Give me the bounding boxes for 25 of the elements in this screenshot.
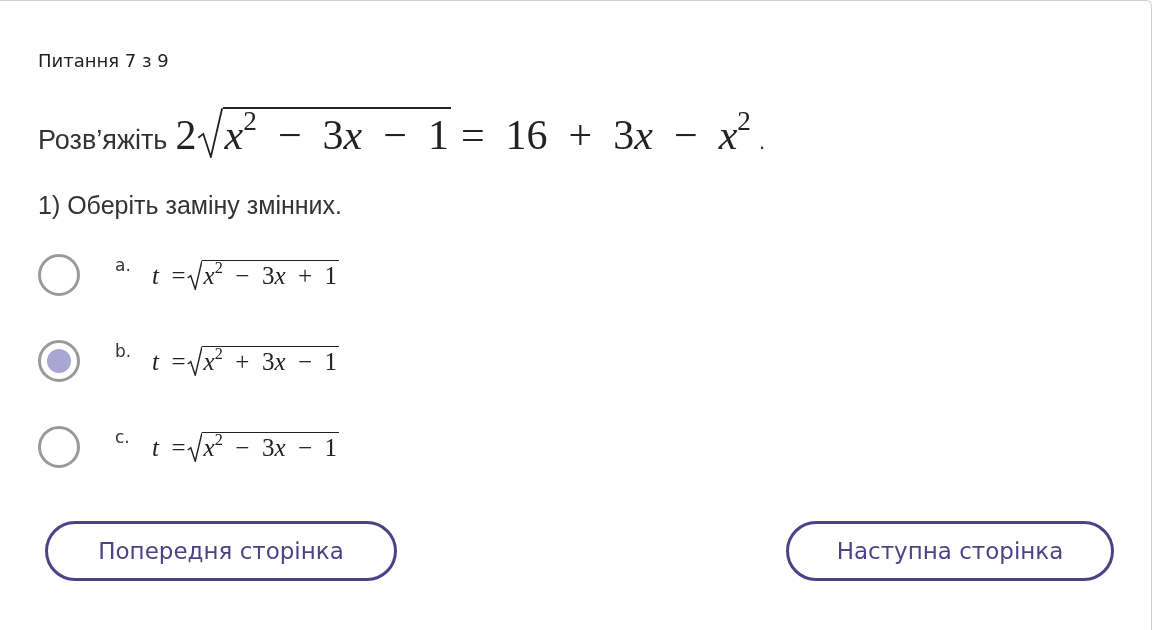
option-letter: c.	[115, 427, 131, 448]
formula-radicand: x$^{2}$ − 3x + 1	[201, 259, 340, 290]
option-letter: a.	[115, 255, 132, 276]
formula-radicand: x$^{2}$ − 3x − 1	[201, 431, 340, 462]
radio-button[interactable]	[38, 253, 80, 296]
page-nav-button[interactable]: Попередня сторінка	[45, 521, 397, 582]
formula-right-side: = 16 + 3x − x$^{2}$	[460, 112, 751, 159]
subquestion-text: 1) Оберіть заміну змінних.	[38, 190, 344, 222]
formula-left-side: t =	[152, 348, 186, 376]
radio-button[interactable]	[38, 425, 80, 468]
radical-sign-icon	[186, 431, 202, 462]
question-text: Розв’яжіть	[38, 125, 168, 156]
page-nav-button[interactable]: Наступна сторінка	[786, 521, 1114, 582]
formula-radicand: x$^{2}$ + 3x − 1	[201, 345, 340, 376]
formula-left-side: t =	[152, 434, 186, 462]
formula-coefficient: 2	[175, 112, 197, 159]
option-letter: b.	[115, 341, 133, 362]
formula-radicand: x$^{2}$ − 3x − 1	[222, 107, 451, 159]
radical-sign-icon	[186, 345, 202, 376]
radio-button[interactable]	[38, 339, 80, 382]
formula-left-side: t =	[152, 262, 186, 290]
question-period: .	[758, 129, 766, 155]
radical-sign-icon	[186, 259, 202, 290]
radical-sign-icon	[197, 107, 223, 159]
question-counter: Питання 7 з 9	[38, 49, 170, 73]
